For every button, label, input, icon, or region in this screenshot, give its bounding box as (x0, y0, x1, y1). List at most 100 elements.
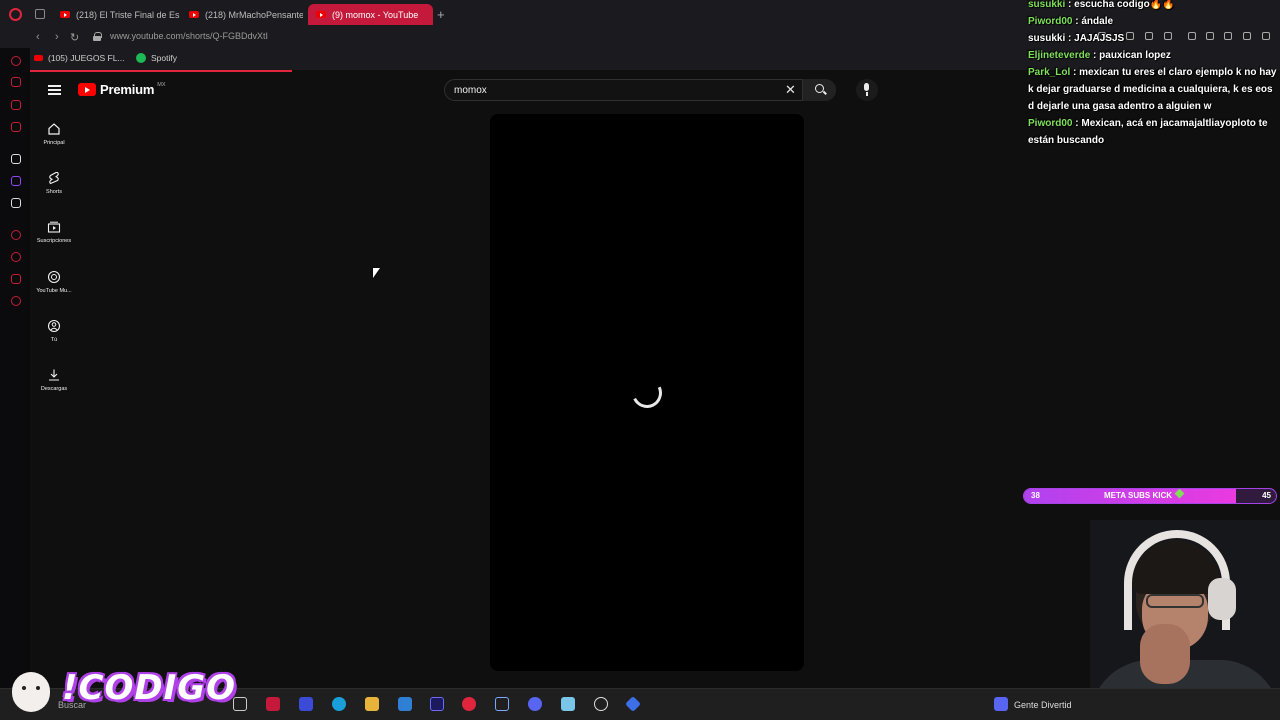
forward-button[interactable]: › (55, 31, 59, 43)
chat-username: Piword00 (1028, 16, 1073, 27)
obs-icon[interactable] (594, 697, 608, 711)
lock-icon (93, 32, 102, 41)
heart-icon (1174, 489, 1185, 499)
chat-message: susukki : escucha codigo🔥🔥 (1028, 0, 1175, 10)
streamer-brand: !CODIGO (62, 668, 237, 708)
shorts-icon (49, 171, 59, 185)
store-icon[interactable] (398, 697, 412, 711)
settings-icon[interactable] (11, 296, 21, 306)
mascot-icon (6, 662, 54, 714)
bookmark-item[interactable]: Spotify (136, 53, 177, 63)
new-tab-button[interactable]: + (437, 7, 445, 22)
edge-icon[interactable] (332, 697, 346, 711)
clear-search-icon[interactable]: ✕ (785, 83, 796, 97)
chat-text: ándale (1081, 16, 1114, 27)
shorts-player[interactable] (490, 114, 804, 671)
browser-tab-active[interactable]: (9) momox - YouTube (308, 4, 433, 25)
chat-text: pauxican lopez (1099, 50, 1171, 61)
vscode-icon[interactable] (495, 697, 509, 711)
guide-item-principal[interactable]: Principal (30, 122, 78, 146)
guide-item-youtube-music[interactable]: YouTube Mu... (30, 270, 78, 294)
discord-icon[interactable] (994, 697, 1008, 711)
country-code: MX (157, 81, 166, 88)
spotify-icon (136, 53, 146, 63)
mouse-cursor-icon (373, 268, 380, 278)
screen: (218) El Triste Final de Esp (218) MrMac… (0, 0, 1280, 720)
guide-label: Principal (43, 140, 65, 146)
chat-message: Park_Lol : mexican tu eres el claro ejem… (1028, 67, 1277, 112)
chat-text: escucha codigo🔥🔥 (1074, 0, 1175, 10)
tab-title: (9) momox - YouTube (332, 9, 419, 20)
app-icon[interactable] (625, 696, 641, 712)
chat-message: Piword00 : Mexican, acá en jacamajaltlia… (1028, 118, 1268, 146)
youtube-logo-icon (78, 83, 96, 96)
meta-subs-goal: 45 (1262, 491, 1271, 500)
youtube-favicon-icon (60, 11, 70, 18)
chat-message: Eljineteverde : pauxican lopez (1028, 50, 1171, 61)
opera-taskbar-icon[interactable] (266, 697, 280, 711)
meta-subs-progress: 38 META SUBS KICK 45 (1023, 488, 1277, 504)
audition-icon[interactable] (430, 697, 444, 711)
tiktok-icon[interactable] (11, 154, 21, 164)
youtube-premium-logo[interactable]: Premium MX (78, 82, 165, 97)
extensions-icon[interactable] (11, 274, 21, 284)
reload-button[interactable]: ↻ (70, 31, 79, 44)
opera-logo-icon[interactable] (9, 8, 22, 21)
file-explorer-icon[interactable] (365, 697, 379, 711)
chat-username: Piword00 (1028, 118, 1073, 129)
taskbar-item-label[interactable]: Gente Divertid (1014, 700, 1072, 710)
loading-spinner-icon (627, 373, 667, 413)
browser-tab[interactable]: (218) El Triste Final de Esp (52, 4, 180, 25)
youtube-music-icon (47, 270, 61, 284)
bookmark-label: (105) JUEGOS FL... (48, 53, 125, 63)
guide-item-tu[interactable]: Tú (30, 319, 78, 343)
whatsapp-icon[interactable] (11, 100, 21, 110)
x-icon[interactable] (11, 198, 21, 208)
guide-label: Tú (50, 337, 58, 343)
meta-subs-current: 38 (1031, 491, 1040, 500)
you-icon (47, 319, 61, 333)
url-field[interactable]: www.youtube.com/shorts/Q-FGBDdvXtI (110, 31, 268, 41)
meta-subs-title: META SUBS KICK (1104, 489, 1185, 500)
history-icon[interactable] (11, 252, 21, 262)
chat-username: Eljineteverde (1028, 50, 1091, 61)
voice-search-button[interactable] (856, 79, 878, 101)
guide-item-shorts[interactable]: Shorts (30, 171, 78, 195)
tab-islands-icon[interactable] (35, 9, 45, 19)
downloads-icon (49, 369, 59, 381)
home-icon (48, 123, 60, 135)
app-icon[interactable] (561, 697, 575, 711)
youtube-favicon-icon (189, 11, 199, 18)
tab-title: (218) El Triste Final de Esp (76, 9, 180, 20)
messenger-icon[interactable] (11, 56, 21, 66)
chat-username: susukki (1028, 33, 1066, 44)
chat-text: JAJAJSJS (1074, 33, 1125, 44)
guide-label: Descargas (40, 386, 68, 392)
tab-title: (218) MrMachoPensante (205, 9, 303, 20)
chat-username: susukki (1028, 0, 1066, 10)
youtube-favicon-icon (316, 11, 326, 18)
bookmark-item[interactable]: (105) JUEGOS FL... (34, 53, 125, 63)
aria-icon[interactable] (11, 77, 21, 87)
back-button[interactable]: ‹ (36, 31, 40, 43)
twitch-icon[interactable] (11, 176, 21, 186)
instagram-icon[interactable] (11, 122, 21, 132)
guide-label: YouTube Mu... (36, 288, 72, 294)
v-app-icon[interactable] (299, 697, 313, 711)
menu-icon[interactable] (48, 85, 61, 95)
guide-item-descargas[interactable]: Descargas (30, 368, 78, 392)
logo-text: Premium (100, 82, 155, 97)
chat-message: Piword00 : ándale (1028, 16, 1114, 27)
player-icon[interactable] (11, 230, 21, 240)
media-player-icon[interactable] (462, 697, 476, 711)
bookmark-label: Spotify (151, 53, 177, 63)
discord-icon[interactable] (528, 697, 542, 711)
browser-tab[interactable]: (218) MrMachoPensante (181, 4, 303, 25)
chat-username: Park_Lol (1028, 67, 1071, 78)
guide-item-suscripciones[interactable]: Suscripciones (30, 220, 78, 244)
search-input[interactable] (454, 83, 754, 98)
chat-message: susukki : JAJAJSJS (1028, 33, 1125, 44)
search-button[interactable] (802, 79, 836, 101)
youtube-favicon-icon (34, 55, 43, 61)
search-icon (815, 84, 824, 93)
